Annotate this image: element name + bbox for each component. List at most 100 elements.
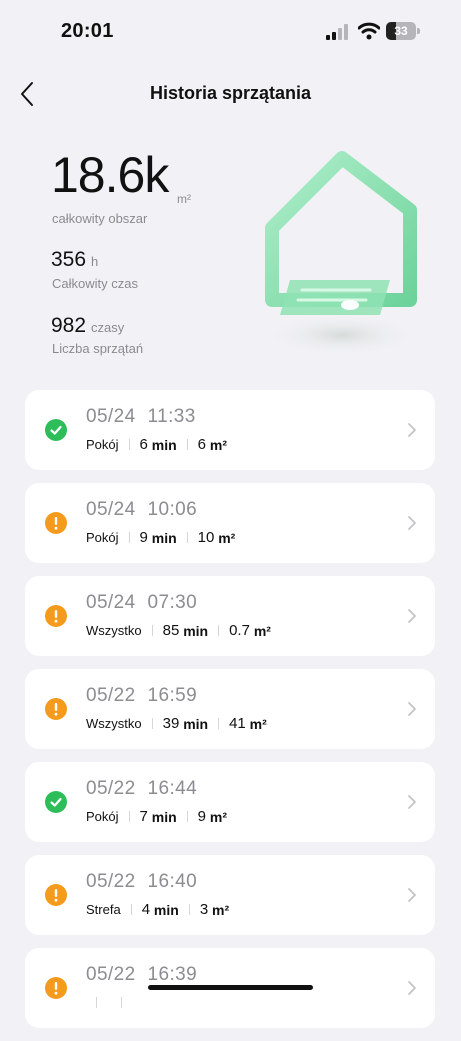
divider	[130, 904, 132, 915]
record-duration: 6	[139, 436, 148, 453]
exclamation-circle-icon	[45, 512, 67, 534]
chevron-right-icon	[408, 516, 416, 530]
record-area: 3	[199, 901, 209, 918]
clean-count-unit: czasy	[91, 320, 125, 335]
exclamation-circle-icon	[45, 605, 67, 627]
record-time: 11:33	[147, 406, 196, 427]
divider	[120, 996, 122, 1008]
chevron-right-icon	[408, 795, 416, 809]
history-record-row[interactable]: 05/22 16:40 Strefa 4 min 3 m²	[25, 855, 435, 935]
status-bar: 20:01 33	[0, 0, 461, 62]
record-duration-unit: min	[151, 808, 177, 825]
clean-count-stat: 982 czasy	[51, 314, 124, 338]
record-area: 9	[197, 808, 206, 825]
record-mode: Strefa	[86, 902, 121, 917]
record-duration: 4	[141, 901, 151, 918]
record-time: 16:40	[147, 871, 198, 892]
divider	[188, 904, 190, 915]
record-area-unit: m²	[249, 715, 267, 732]
exclamation-circle-icon	[45, 884, 67, 906]
divider	[186, 532, 188, 543]
divider	[218, 718, 220, 729]
record-duration-unit: min	[151, 436, 177, 453]
record-mode: Pokój	[86, 809, 119, 824]
record-date: 05/24	[86, 499, 136, 520]
record-time: 16:59	[147, 685, 198, 706]
record-area-unit: m²	[209, 808, 228, 825]
check-circle-icon	[45, 419, 67, 441]
divider	[96, 996, 97, 1008]
cleaning-history-list: 05/24 11:33 Pokój 6 min 6 m² 05/24 10:06 P…	[25, 390, 435, 1041]
history-record-row[interactable]: 05/24 07:30 Wszystko 85 min 0.7 m²	[25, 576, 435, 656]
record-area: 6	[197, 436, 206, 453]
history-record-row[interactable]: 05/22 16:59 Wszystko 39 min 41 m²	[25, 669, 435, 749]
total-area-label: całkowity obszar	[52, 211, 148, 226]
record-details: Pokój 9 min 10 m²	[86, 529, 235, 546]
page-title: Historia sprzątania	[149, 83, 312, 103]
record-time: 07:30	[147, 592, 198, 613]
exclamation-circle-icon	[45, 698, 67, 720]
clean-count-value: 982	[51, 314, 87, 337]
chevron-right-icon	[408, 702, 416, 716]
record-datetime: 05/22 16:40	[86, 871, 197, 893]
check-circle-icon	[45, 791, 67, 813]
battery-icon: 33	[386, 22, 420, 40]
record-details	[86, 994, 136, 1010]
cellular-signal-icon	[326, 24, 348, 40]
home-indicator[interactable]	[148, 985, 313, 990]
record-datetime: 05/24 10:06	[86, 499, 197, 521]
record-area-unit: m²	[209, 436, 228, 453]
record-datetime: 05/22 16:39	[86, 964, 197, 986]
record-datetime: 05/22 16:59	[86, 685, 197, 707]
chevron-right-icon	[408, 423, 416, 437]
divider	[151, 625, 153, 636]
record-date: 05/22	[86, 685, 136, 706]
battery-percent: 33	[394, 24, 408, 38]
record-datetime: 05/22 16:44	[86, 778, 197, 800]
record-mode: Wszystko	[86, 716, 142, 731]
history-record-row[interactable]: 05/24 11:33 Pokój 6 min 6 m²	[25, 390, 435, 470]
house-illustration	[262, 151, 422, 357]
wifi-icon	[358, 22, 380, 40]
record-datetime: 05/24 07:30	[86, 592, 197, 614]
record-date: 05/24	[86, 406, 136, 427]
record-time: 10:06	[147, 499, 198, 520]
record-mode: Pokój	[86, 530, 119, 545]
total-time-unit: h	[91, 254, 99, 269]
chevron-right-icon	[408, 888, 416, 902]
record-date: 05/22	[86, 778, 136, 799]
record-details: Pokój 6 min 6 m²	[86, 436, 227, 453]
record-datetime: 05/24 11:33	[86, 406, 196, 428]
record-duration: 39	[162, 715, 180, 732]
record-details: Wszystko 39 min 41 m²	[86, 715, 267, 732]
total-area-unit: m²	[177, 192, 191, 206]
total-time-stat: 356 h	[51, 248, 98, 272]
record-duration: 85	[162, 622, 180, 639]
record-area-unit: m²	[253, 622, 271, 639]
total-area-value: 18.6k	[51, 147, 169, 203]
record-details: Strefa 4 min 3 m²	[86, 901, 229, 918]
divider	[151, 718, 153, 729]
history-record-row[interactable]: 05/24 10:06 Pokój 9 min 10 m²	[25, 483, 435, 563]
divider	[186, 811, 188, 822]
divider	[128, 532, 130, 543]
record-duration-unit: min	[183, 622, 209, 639]
total-time-label: Całkowity czas	[52, 276, 138, 291]
status-time: 20:01	[61, 20, 114, 42]
history-record-row[interactable]: 05/22 16:44 Pokój 7 min 9 m²	[25, 762, 435, 842]
record-duration-unit: min	[151, 529, 177, 546]
divider	[218, 625, 220, 636]
record-area-unit: m²	[218, 529, 236, 546]
record-duration-unit: min	[183, 715, 209, 732]
record-area-unit: m²	[212, 901, 230, 918]
chevron-right-icon	[408, 609, 416, 623]
record-time: 16:44	[147, 778, 198, 799]
record-area: 0.7	[229, 622, 250, 639]
record-date: 05/24	[86, 592, 136, 613]
clean-count-label: Liczba sprzątań	[52, 341, 144, 356]
record-duration: 7	[139, 808, 148, 825]
record-area: 10	[197, 529, 215, 546]
divider	[128, 439, 130, 450]
total-time-value: 356	[51, 248, 87, 271]
record-date: 05/22	[86, 964, 136, 985]
